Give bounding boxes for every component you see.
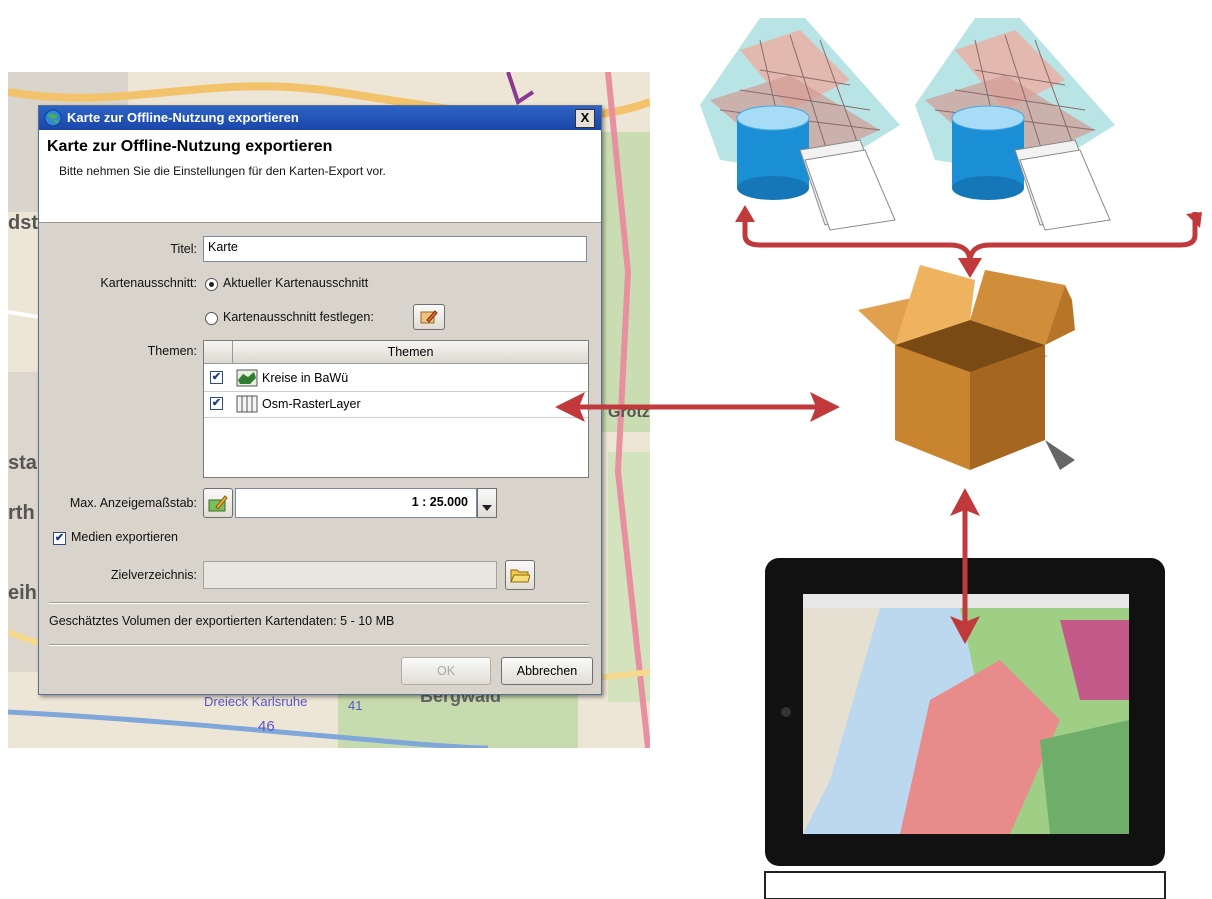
pencil-map-icon	[419, 310, 439, 330]
map-label: 41	[348, 698, 363, 713]
close-button[interactable]: X	[575, 109, 595, 128]
table-row[interactable]: ✔ Kreise in BaWü	[204, 365, 588, 392]
tile-pyramid-graphic	[700, 18, 900, 175]
media-export-checkbox[interactable]: ✔	[53, 532, 66, 545]
extent-define-radio[interactable]	[205, 312, 218, 325]
table-row[interactable]: ✔ Osm-RasterLayer	[204, 391, 588, 418]
scale-picker-button[interactable]	[203, 488, 233, 518]
merge-bracket-arrow	[742, 212, 1198, 263]
dialog-window-title: Karte zur Offline-Nutzung exportieren	[67, 110, 299, 125]
documents-icon	[1014, 139, 1111, 231]
map-label: eih	[8, 582, 37, 604]
divider	[49, 644, 589, 646]
folder-icon	[510, 569, 531, 587]
double-arrow-vertical	[950, 488, 980, 644]
map-label: rth	[8, 502, 35, 524]
scale-select[interactable]: 1 : 25.000	[235, 488, 477, 518]
map-label: sta	[8, 452, 37, 474]
title-label: Titel:	[170, 242, 197, 256]
volume-estimate: Geschätztes Volumen der exportierten Kar…	[49, 614, 395, 628]
themes-label: Themen:	[147, 344, 197, 358]
theme-checkbox[interactable]: ✔	[210, 397, 223, 410]
dialog-titlebar[interactable]: Karte zur Offline-Nutzung exportieren X	[39, 106, 601, 130]
theme-name: Osm-RasterLayer	[262, 397, 361, 411]
raster-layer-icon	[236, 394, 258, 419]
dialog-header: Karte zur Offline-Nutzung exportieren Bi…	[39, 130, 601, 223]
target-dir-input[interactable]	[203, 561, 497, 589]
extent-current-label[interactable]: Aktueller Kartenausschnitt	[223, 276, 368, 290]
title-input[interactable]: Karte	[203, 236, 587, 262]
header-title: Karte zur Offline-Nutzung exportieren	[47, 138, 333, 155]
database-icon	[951, 105, 1025, 200]
scale-label: Max. Anzeigemaßstab:	[69, 496, 197, 510]
themes-table-header: Themen	[204, 341, 588, 364]
globe-icon	[44, 109, 62, 132]
target-dir-label: Zielverzeichnis:	[110, 568, 197, 582]
themes-table: Themen ✔ Kreise in BaWü ✔ Osm-RasterLaye…	[203, 340, 589, 478]
theme-name: Kreise in BaWü	[262, 371, 349, 385]
themes-column-header[interactable]: Themen	[233, 345, 588, 359]
scale-pencil-icon	[207, 495, 229, 517]
map-label: Grötz	[608, 404, 650, 421]
media-export-label[interactable]: Medien exportieren	[71, 530, 178, 544]
scale-dropdown-button[interactable]	[477, 488, 497, 518]
map-label: 46	[258, 718, 275, 735]
header-subtitle: Bitte nehmen Sie die Einstellungen für d…	[59, 164, 386, 178]
cancel-button[interactable]: Abbrechen	[501, 657, 593, 685]
package-box-icon	[858, 265, 1075, 470]
export-dialog: Karte zur Offline-Nutzung exportieren X …	[38, 105, 602, 695]
divider	[49, 602, 589, 604]
map-label: Dreieck Karlsruhe	[204, 694, 308, 709]
chevron-down-icon	[478, 500, 496, 514]
extent-label: Kartenausschnitt:	[100, 276, 197, 290]
documents-icon	[799, 139, 896, 231]
polygon-layer-icon	[236, 368, 258, 393]
theme-checkbox[interactable]: ✔	[210, 371, 223, 384]
ok-button[interactable]: OK	[401, 657, 491, 685]
define-extent-button[interactable]	[413, 304, 445, 330]
extent-define-label[interactable]: Kartenausschnitt festlegen:	[223, 310, 374, 324]
tablet-device	[764, 558, 1166, 899]
database-icon	[736, 105, 810, 200]
tile-pyramid-graphic	[915, 18, 1115, 175]
browse-folder-button[interactable]	[505, 560, 535, 590]
extent-current-radio[interactable]	[205, 278, 218, 291]
